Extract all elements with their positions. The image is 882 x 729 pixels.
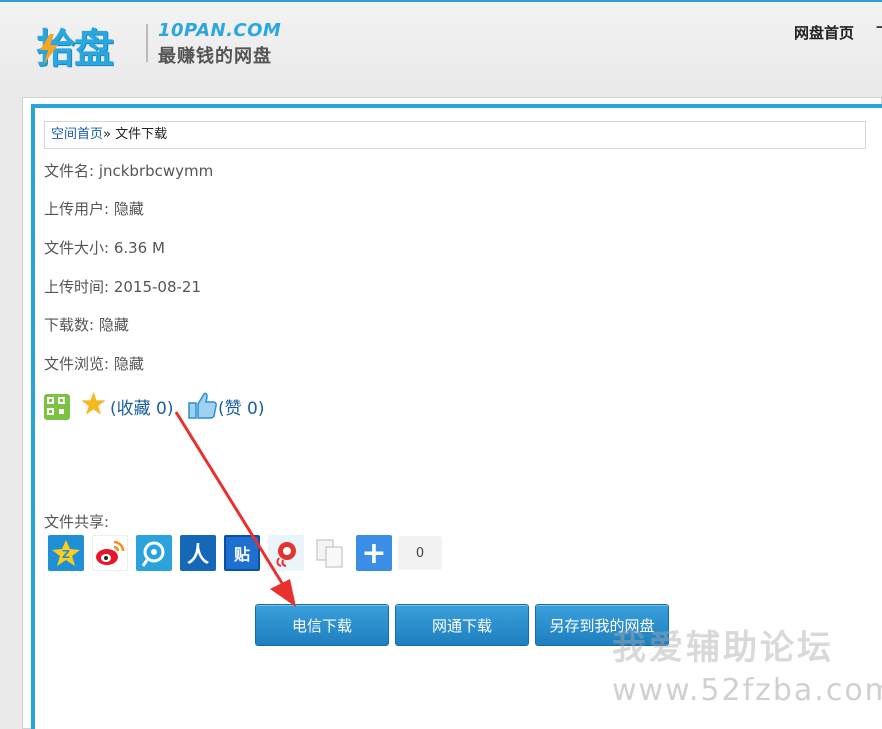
watermark-title: 我爱辅助论坛 (612, 628, 834, 668)
logo-slogan: 最赚钱的网盘 (158, 46, 272, 67)
breadcrumb-home-link[interactable]: 空间首页 (51, 127, 103, 142)
uploader-row: 上传用户: 隐藏 (44, 198, 144, 219)
like-link[interactable]: (赞 0) (218, 394, 264, 419)
watermark-url: www.52fzba.com (612, 673, 882, 708)
logo-domain: 10PAN.COM (158, 20, 282, 41)
nav-link-home[interactable]: 网盘首页 (794, 22, 854, 43)
download-count-value: 隐藏 (98, 316, 129, 334)
sohu-share-icon[interactable] (268, 535, 304, 571)
weibo-share-icon[interactable] (92, 535, 128, 571)
file-name-label: 文件名: (44, 162, 99, 180)
qzone-share-icon[interactable]: Z (48, 535, 84, 571)
file-size-value: 6.36 M (113, 239, 165, 257)
download-count-label: 下载数: (44, 316, 99, 334)
file-name-row: 文件名: jnckbrbcwymm (44, 160, 213, 181)
nav-link-next[interactable]: 下 (876, 22, 882, 43)
view-count-label: 文件浏览: (44, 355, 114, 373)
breadcrumb: 空间首页» 文件下载 (44, 121, 866, 149)
site-header: 拾盘 10PAN.COM 最赚钱的网盘 网盘首页 下 (0, 2, 882, 94)
tieba-share-icon[interactable]: 贴 (224, 535, 260, 571)
file-size-label: 文件大小: (44, 239, 114, 257)
logo-divider (146, 24, 148, 62)
upload-time-label: 上传时间: (44, 278, 114, 296)
thumbs-up-icon[interactable] (188, 390, 218, 420)
tencent-weibo-share-icon[interactable] (136, 535, 172, 571)
file-name-value: jnckbrbcwymm (98, 162, 214, 180)
view-count-row: 文件浏览: 隐藏 (44, 353, 144, 374)
file-size-row: 文件大小: 6.36 M (44, 237, 165, 258)
qr-code-icon[interactable] (44, 394, 70, 420)
telecom-download-button[interactable]: 电信下载 (255, 604, 389, 646)
star-icon[interactable]: ★ (80, 390, 107, 420)
copy-link-icon[interactable] (312, 535, 348, 571)
more-share-icon[interactable]: + (356, 535, 392, 571)
upload-time-value: 2015-08-21 (113, 278, 202, 296)
favorite-link[interactable]: (收藏 0) (110, 394, 173, 419)
uploader-value: 隐藏 (113, 200, 144, 218)
uploader-label: 上传用户: (44, 200, 114, 218)
breadcrumb-separator: » (103, 127, 111, 142)
upload-time-row: 上传时间: 2015-08-21 (44, 276, 201, 297)
netcom-download-button[interactable]: 网通下载 (395, 604, 529, 646)
share-label: 文件共享: (44, 513, 110, 531)
lightning-icon (40, 34, 58, 64)
download-count-row: 下载数: 隐藏 (44, 314, 129, 335)
view-count-value: 隐藏 (113, 355, 144, 373)
renren-share-icon[interactable]: 人 (180, 535, 216, 571)
share-count: 0 (398, 536, 442, 570)
svg-text:Z: Z (62, 548, 70, 561)
site-logo[interactable]: 拾盘 10PAN.COM 最赚钱的网盘 (36, 16, 286, 72)
breadcrumb-current: 文件下载 (110, 127, 168, 142)
